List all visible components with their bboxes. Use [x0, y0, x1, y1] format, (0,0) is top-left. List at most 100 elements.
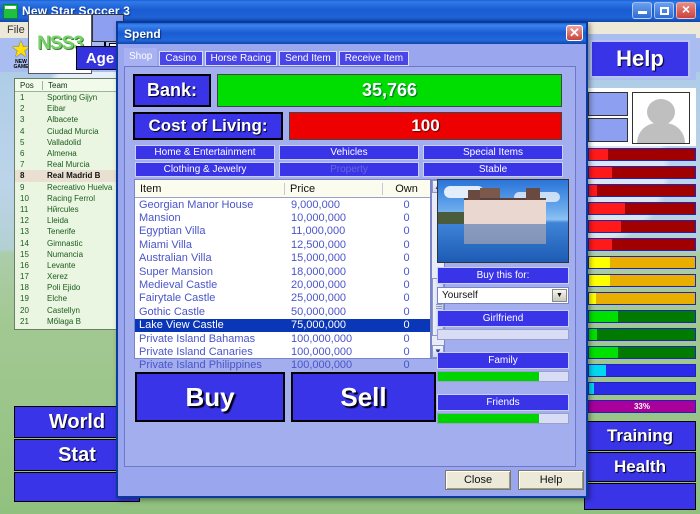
table-row[interactable]: Miami Villa12,500,0000	[135, 238, 430, 251]
item-own: 0	[383, 359, 430, 371]
league-row[interactable]: 20Castellyn	[15, 305, 119, 316]
league-row[interactable]: 11Hйrcules	[15, 204, 119, 215]
league-row-pos: 2	[15, 104, 42, 113]
dialog-help-button[interactable]: Help	[518, 470, 584, 490]
item-name: Private Island Bahamas	[135, 333, 287, 345]
close-button[interactable]: Close	[445, 470, 511, 490]
league-row-pos: 3	[15, 115, 42, 124]
item-price: 12,500,000	[287, 239, 383, 251]
stat-bar: 33%	[588, 400, 696, 413]
training-button[interactable]: Training	[584, 421, 696, 451]
table-row[interactable]: Lake View Castle75,000,0000	[135, 319, 430, 332]
stat-bar	[588, 148, 696, 161]
item-name: Private Island Philippines	[135, 359, 287, 371]
league-row[interactable]: 14Gimnastic	[15, 237, 119, 248]
minimize-icon[interactable]	[632, 2, 652, 19]
league-row-pos: 16	[15, 261, 42, 270]
category-vehicles[interactable]: Vehicles	[279, 145, 419, 160]
league-row[interactable]: 10Racing Ferrol	[15, 193, 119, 204]
category-buttons: Home & Entertainment Vehicles Special Item…	[135, 145, 565, 177]
player-info-box-1	[588, 92, 628, 116]
league-row[interactable]: 12Lleida	[15, 215, 119, 226]
league-table[interactable]: Pos Team 1Sporting Gijyn2Eibar3Albacete4…	[14, 78, 120, 330]
league-row-team: Sporting Gijyn	[42, 93, 119, 102]
stat-bar	[588, 166, 696, 179]
item-price: 18,000,000	[287, 266, 383, 278]
stat-bar	[588, 274, 696, 287]
league-row[interactable]: 5Valladolid	[15, 137, 119, 148]
help-button[interactable]: Help	[590, 40, 690, 78]
table-row[interactable]: Private Island Bahamas100,000,0000	[135, 332, 430, 345]
item-name: Australian Villa	[135, 252, 287, 264]
health-button[interactable]: Health	[584, 452, 696, 482]
tab-casino[interactable]: Casino	[159, 51, 202, 66]
table-row[interactable]: Private Island Canaries100,000,0000	[135, 345, 430, 358]
table-row[interactable]: Georgian Manor House9,000,0000	[135, 198, 430, 211]
table-row[interactable]: Gothic Castle50,000,0000	[135, 305, 430, 318]
table-row[interactable]: Super Mansion18,000,0000	[135, 265, 430, 278]
table-row[interactable]: Medieval Castle20,000,0000	[135, 278, 430, 291]
item-own: 0	[383, 266, 430, 278]
league-row[interactable]: 7Real Murcia	[15, 159, 119, 170]
item-own: 0	[383, 225, 430, 237]
family-button[interactable]: Family	[437, 352, 569, 369]
table-row[interactable]: Egyptian Villa11,000,0000	[135, 225, 430, 238]
tab-send-item[interactable]: Send Item	[279, 51, 337, 66]
league-row[interactable]: 8Real Madrid B	[15, 170, 119, 181]
league-row-pos: 10	[15, 194, 42, 203]
table-row[interactable]: Fairytale Castle25,000,0000	[135, 292, 430, 305]
girlfriend-button[interactable]: Girlfriend	[437, 310, 569, 327]
league-row-pos: 17	[15, 272, 42, 281]
unlabeled-button-right[interactable]	[584, 483, 696, 510]
player-info-box-2	[588, 118, 628, 142]
close-icon[interactable]	[676, 2, 696, 19]
league-row[interactable]: 18Poli Ejido	[15, 282, 119, 293]
league-row[interactable]: 15Numancia	[15, 249, 119, 260]
league-row[interactable]: 19Elche	[15, 293, 119, 304]
bank-row: Bank: 35,766	[133, 74, 562, 107]
stat-bar-fill	[589, 239, 612, 250]
league-row[interactable]: 13Tenerife	[15, 226, 119, 237]
stat-bar-fill	[589, 221, 621, 232]
maximize-icon[interactable]	[654, 2, 674, 19]
menu-item-file[interactable]: File	[0, 24, 32, 36]
league-row[interactable]: 9Recreativo Huelva	[15, 182, 119, 193]
league-row[interactable]: 21Mбlaga B	[15, 316, 119, 327]
league-row-pos: 19	[15, 294, 42, 303]
league-row[interactable]: 6Almerнa	[15, 148, 119, 159]
league-row[interactable]: 4Ciudad Murcia	[15, 126, 119, 137]
item-preview-image	[437, 179, 569, 263]
category-special-items[interactable]: Special Items	[423, 145, 563, 160]
buy-button[interactable]: Buy	[135, 372, 285, 422]
item-price: 11,000,000	[287, 225, 383, 237]
category-stable[interactable]: Stable	[423, 162, 563, 177]
category-clothing-jewelry[interactable]: Clothing & Jewelry	[135, 162, 275, 177]
close-icon[interactable]: ✕	[566, 25, 583, 41]
table-row[interactable]: Private Island Philippines100,000,0000	[135, 359, 430, 372]
stat-bar-fill	[589, 329, 597, 340]
table-row[interactable]: Mansion10,000,0000	[135, 211, 430, 224]
tab-horse-racing[interactable]: Horse Racing	[205, 51, 278, 66]
stat-bar	[588, 382, 696, 395]
league-row[interactable]: 2Eibar	[15, 103, 119, 114]
category-property[interactable]: Property	[279, 162, 419, 177]
category-home-entertainment[interactable]: Home & Entertainment	[135, 145, 275, 160]
league-row-team: Recreativo Huelva	[42, 183, 119, 192]
table-row[interactable]: Australian Villa15,000,0000	[135, 252, 430, 265]
tab-shop[interactable]: Shop	[124, 48, 157, 66]
friends-button[interactable]: Friends	[437, 394, 569, 411]
item-name: Lake View Castle	[135, 319, 287, 331]
league-row[interactable]: 3Albacete	[15, 114, 119, 125]
league-row[interactable]: 17Xerez	[15, 271, 119, 282]
cost-of-living-value: 100	[289, 112, 562, 140]
league-row-pos: 9	[15, 183, 42, 192]
item-price: 100,000,000	[287, 346, 383, 358]
league-row[interactable]: 16Levante	[15, 260, 119, 271]
recipient-select[interactable]: Yourself ▼	[437, 287, 569, 304]
sell-button[interactable]: Sell	[291, 372, 436, 422]
tab-receive-item[interactable]: Receive Item	[339, 51, 409, 66]
chevron-down-icon[interactable]: ▼	[552, 289, 567, 302]
item-list[interactable]: Item Price Own Georgian Manor House9,000…	[134, 179, 431, 359]
league-row[interactable]: 1Sporting Gijyn	[15, 92, 119, 103]
item-name: Mansion	[135, 212, 287, 224]
